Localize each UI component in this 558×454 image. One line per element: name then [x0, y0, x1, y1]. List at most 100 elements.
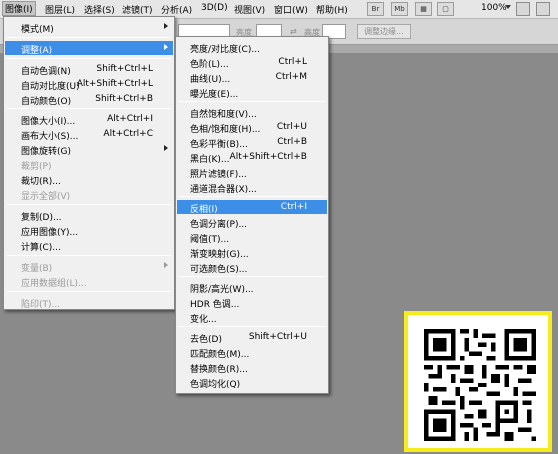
menu-item-canvas-size[interactable]: 画布大小(S)... Alt+Ctrl+C [5, 127, 173, 142]
menu-item-label: 通道混合器(X)... [190, 185, 257, 195]
menu-filter[interactable]: 滤镜(T) [122, 3, 153, 16]
menu-item-label: 色彩平衡(B)... [190, 140, 248, 150]
menu-item-hdr-toning[interactable]: HDR 色调... [177, 295, 327, 310]
menu-item-label: 渐变映射(G)... [190, 250, 249, 260]
menu-item-levels[interactable]: 色阶(L)... Ctrl+L [177, 55, 327, 70]
menu-image[interactable]: 图像(I) [2, 1, 36, 16]
menu-item-mode[interactable]: 模式(M) [5, 20, 173, 35]
menu-item-label: 自动色调(N) [21, 67, 71, 77]
menu-select[interactable]: 选择(S) [84, 3, 115, 16]
menu-item-label: 应用数据组(L)... [21, 279, 87, 289]
menu-item-auto-color[interactable]: 自动颜色(O) Shift+Ctrl+B [5, 92, 173, 107]
menu-item-selective-color[interactable]: 可选颜色(S)... [177, 260, 327, 275]
refine-edge-button[interactable]: 调整边缘... [357, 24, 411, 39]
menu-item-label: 自然饱和度(V)... [190, 110, 257, 120]
menu-separator [179, 326, 325, 327]
minibridge-button[interactable]: Mb [391, 2, 408, 16]
menu-item-equalize[interactable]: 色调均化(Q) [177, 375, 327, 390]
menu-item-shortcut: Alt+Ctrl+I [107, 114, 153, 124]
menu-separator [179, 101, 325, 102]
menu-item-label: 色调分离(P)... [190, 220, 248, 230]
menu-item-label: 曝光度(E)... [190, 90, 239, 100]
menu-item-label: 亮度/对比度(C)... [190, 45, 260, 55]
menu-item-label: 自动对比度(U) [21, 82, 80, 92]
menu-item-match-color[interactable]: 匹配颜色(M)... [177, 345, 327, 360]
menu-item-shortcut: Ctrl+L [278, 57, 307, 67]
adjustments-submenu: 亮度/对比度(C)... 色阶(L)... Ctrl+L 曲线(U)... Ct… [175, 36, 329, 394]
swap-icon[interactable]: ⇄ [290, 27, 297, 36]
menu-item-invert[interactable]: 反相(I) Ctrl+I [177, 200, 327, 215]
grid-icon[interactable]: ▦ [415, 2, 432, 16]
menu-item-curves[interactable]: 曲线(U)... Ctrl+M [177, 70, 327, 85]
menu-item-exposure[interactable]: 曝光度(E)... [177, 85, 327, 100]
menu-item-vibrance[interactable]: 自然饱和度(V)... [177, 105, 327, 120]
menu-separator [7, 255, 171, 256]
menu-item-variations[interactable]: 变化... [177, 310, 327, 325]
menu-item-shortcut: Alt+Ctrl+C [103, 129, 153, 139]
menu-item-shortcut: Ctrl+M [275, 72, 307, 82]
menu-item-auto-contrast[interactable]: 自动对比度(U) Alt+Shift+Ctrl+L [5, 77, 173, 92]
menu-item-label: HDR 色调... [190, 300, 240, 310]
menu-item-brightness-contrast[interactable]: 亮度/对比度(C)... [177, 40, 327, 55]
menu-item-gradient-map[interactable]: 渐变映射(G)... [177, 245, 327, 260]
menu-item-label: 画布大小(S)... [21, 132, 79, 142]
menu-item-posterize[interactable]: 色调分离(P)... [177, 215, 327, 230]
submenu-arrow-icon [164, 23, 168, 29]
menu-item-label: 调整(A) [21, 46, 53, 56]
bridge-button[interactable]: Br [367, 2, 384, 16]
menu-item-label: 计算(C)... [21, 243, 61, 253]
menu-item-replace-color[interactable]: 替换颜色(R)... [177, 360, 327, 375]
screen-mode-icon[interactable]: ▢ [437, 2, 454, 16]
menu-3d[interactable]: 3D(D) [201, 3, 228, 13]
menu-item-label: 自动颜色(O) [21, 97, 72, 107]
menu-item-trim[interactable]: 裁切(R)... [5, 172, 173, 187]
menu-item-black-white[interactable]: 黑白(K)... Alt+Shift+Ctrl+B [177, 150, 327, 165]
menu-separator [7, 291, 171, 292]
menu-item-label: 反相(I) [190, 205, 218, 215]
menu-item-label: 去色(D) [190, 335, 222, 345]
menu-item-photo-filter[interactable]: 照片滤镜(F)... [177, 165, 327, 180]
menu-layer[interactable]: 图层(L) [45, 3, 75, 16]
menu-item-label: 替换颜色(R)... [190, 365, 248, 375]
menu-separator [179, 276, 325, 277]
menu-item-apply-image[interactable]: 应用图像(Y)... [5, 223, 173, 238]
menu-item-adjustments[interactable]: 调整(A) [5, 41, 173, 56]
menu-item-label: 陷印(T)... [21, 300, 61, 310]
menu-item-label: 裁切(R)... [21, 177, 61, 187]
menu-item-shortcut: Ctrl+I [280, 202, 307, 212]
menu-item-label: 裁剪(P) [21, 162, 52, 172]
zoom-level[interactable]: 100% [481, 3, 507, 13]
menu-item-label: 色相/饱和度(H)... [190, 125, 261, 135]
menu-item-label: 变化... [190, 315, 217, 325]
menu-item-duplicate[interactable]: 复制(D)... [5, 208, 173, 223]
zoom-dropdown-icon[interactable] [505, 5, 511, 9]
submenu-arrow-icon [164, 44, 168, 50]
menu-window[interactable]: 窗口(W) [274, 3, 308, 16]
menu-analysis[interactable]: 分析(A) [161, 3, 192, 16]
menu-item-auto-tone[interactable]: 自动色调(N) Shift+Ctrl+L [5, 62, 173, 77]
menu-item-label: 变量(B) [21, 264, 53, 274]
menu-item-shortcut: Alt+Shift+Ctrl+B [229, 152, 307, 162]
arrange-icon[interactable] [516, 2, 530, 16]
menu-item-hue-saturation[interactable]: 色相/饱和度(H)... Ctrl+U [177, 120, 327, 135]
menu-item-shortcut: Shift+Ctrl+U [248, 332, 307, 342]
workspace-icon[interactable] [536, 2, 550, 16]
menu-item-label: 色调均化(Q) [190, 380, 241, 390]
menu-item-shadows-highlights[interactable]: 阴影/高光(W)... [177, 280, 327, 295]
menu-item-label: 曲线(U)... [190, 75, 231, 85]
menu-item-crop: 裁剪(P) [5, 157, 173, 172]
submenu-arrow-icon [164, 145, 168, 151]
menu-item-threshold[interactable]: 阈值(T)... [177, 230, 327, 245]
menu-item-calculations[interactable]: 计算(C)... [5, 238, 173, 253]
menu-item-image-size[interactable]: 图像大小(I)... Alt+Ctrl+I [5, 112, 173, 127]
menu-separator [7, 37, 171, 38]
menu-help[interactable]: 帮助(H) [316, 3, 348, 16]
menu-item-label: 匹配颜色(M)... [190, 350, 250, 360]
menu-item-image-rotation[interactable]: 图像旋转(G) [5, 142, 173, 157]
menu-item-label: 可选颜色(S)... [190, 265, 248, 275]
menu-view[interactable]: 视图(V) [234, 3, 265, 16]
menu-item-channel-mixer[interactable]: 通道混合器(X)... [177, 180, 327, 195]
menu-item-label: 应用图像(Y)... [21, 228, 79, 238]
menu-item-desaturate[interactable]: 去色(D) Shift+Ctrl+U [177, 330, 327, 345]
menu-item-color-balance[interactable]: 色彩平衡(B)... Ctrl+B [177, 135, 327, 150]
